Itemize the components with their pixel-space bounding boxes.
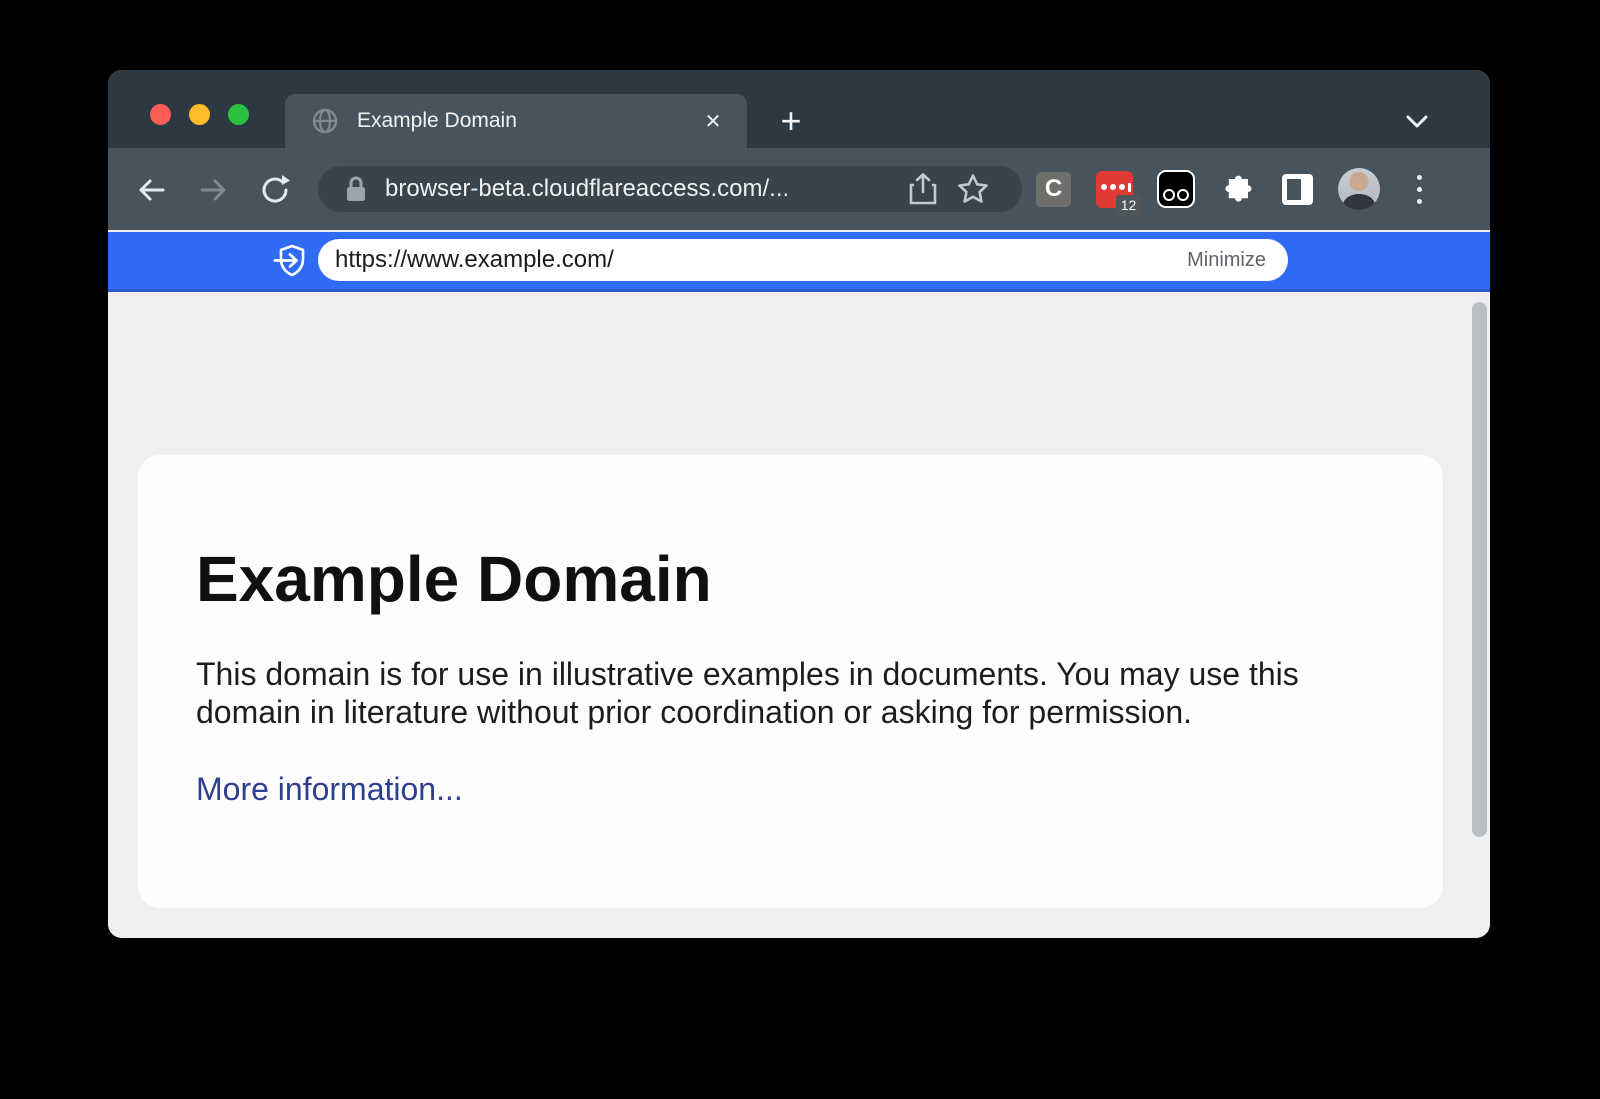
- extension-badge: 12: [1116, 195, 1141, 216]
- globe-favicon-icon: [312, 108, 338, 134]
- extensions-puzzle-button[interactable]: [1206, 172, 1267, 206]
- close-window-button[interactable]: [150, 104, 171, 125]
- isolation-bar: Minimize: [108, 230, 1490, 292]
- close-tab-icon[interactable]: ✕: [697, 105, 729, 137]
- chevron-down-icon[interactable]: [1400, 110, 1434, 132]
- navigation-toolbar: browser-beta.cloudflareaccess.com/...: [108, 148, 1490, 230]
- zoom-window-button[interactable]: [228, 104, 249, 125]
- password-dots-icon: [1101, 183, 1131, 192]
- extension-c-icon[interactable]: C: [1036, 172, 1071, 207]
- isolation-url-bar: Minimize: [318, 239, 1288, 281]
- page-title: Example Domain: [196, 543, 1383, 617]
- lock-icon: [344, 175, 368, 203]
- kebab-menu-icon: [1417, 175, 1422, 204]
- more-information-link[interactable]: More information...: [196, 771, 463, 808]
- share-icon[interactable]: [906, 172, 940, 206]
- back-button[interactable]: [132, 170, 172, 210]
- traffic-lights: [150, 104, 249, 125]
- reload-button[interactable]: [255, 170, 295, 210]
- minimize-bar-button[interactable]: Minimize: [1187, 249, 1266, 272]
- camera-extension-icon[interactable]: [1157, 170, 1195, 208]
- browser-menu-button[interactable]: [1389, 175, 1450, 204]
- bookmark-star-icon[interactable]: [956, 172, 990, 206]
- shield-arrow-icon: [271, 243, 313, 279]
- tab-strip: Example Domain ✕ +: [108, 70, 1490, 148]
- example-domain-card: Example Domain This domain is for use in…: [138, 455, 1443, 908]
- extensions-row: C 12: [1023, 148, 1450, 230]
- tab-example-domain[interactable]: Example Domain ✕: [285, 94, 747, 148]
- page-paragraph: This domain is for use in illustrative e…: [196, 655, 1344, 731]
- forward-button[interactable]: [193, 170, 233, 210]
- side-panel-button[interactable]: [1282, 174, 1313, 205]
- tab-title: Example Domain: [357, 109, 697, 133]
- omnibox-url-text: browser-beta.cloudflareaccess.com/...: [385, 175, 906, 203]
- new-tab-button[interactable]: +: [768, 98, 814, 144]
- minimize-window-button[interactable]: [189, 104, 210, 125]
- password-manager-extension-icon[interactable]: 12: [1096, 171, 1133, 208]
- omnibox[interactable]: browser-beta.cloudflareaccess.com/...: [318, 166, 1022, 212]
- scrollbar-thumb[interactable]: [1472, 302, 1487, 837]
- browser-window: Example Domain ✕ +: [108, 70, 1490, 938]
- isolation-url-input[interactable]: [335, 246, 1187, 274]
- page-viewport: Example Domain This domain is for use in…: [108, 292, 1490, 938]
- profile-avatar[interactable]: [1338, 168, 1380, 210]
